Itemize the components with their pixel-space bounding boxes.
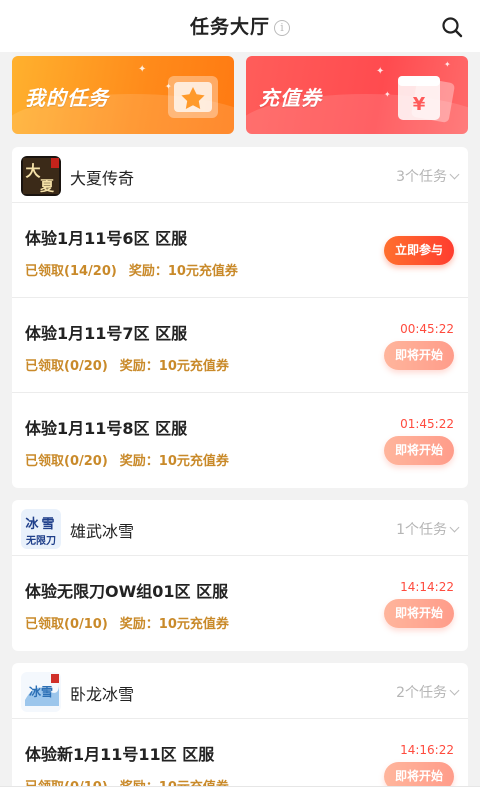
bottom-tab-bar <box>0 786 480 794</box>
task-count-toggle[interactable]: 2个任务 <box>396 682 460 702</box>
task-count-toggle[interactable]: 1个任务 <box>396 519 460 539</box>
reward-text: 奖励：10元充值券 <box>128 264 238 279</box>
task-title: 体验1月11号8区 区服 <box>25 419 188 438</box>
game-card: 大 夏 大夏传奇 3个任务 体验1月11号6区 区服 已领取(14/20) 奖励：… <box>12 147 468 488</box>
svg-text:¥: ¥ <box>413 94 426 115</box>
info-icon[interactable]: i <box>274 20 290 36</box>
sparkle-icon: ✦ <box>444 60 451 69</box>
game-card-header[interactable]: 冰 雪 无限刀 雄武冰雪 1个任务 <box>12 500 468 556</box>
vouchers-banner[interactable]: ✦ ✦ ✦ 充值券 ¥ <box>246 56 468 134</box>
task-count-toggle[interactable]: 3个任务 <box>396 166 460 186</box>
game-logo-daxia-icon: 大 夏 <box>21 156 61 196</box>
countdown-timer: 01:45:22 <box>400 417 454 431</box>
task-meta: 已领取(0/20) 奖励：10元充值券 <box>25 450 229 469</box>
svg-text:无限刀: 无限刀 <box>25 535 56 547</box>
game-card-header[interactable]: 冰雪 卧龙冰雪 2个任务 <box>12 663 468 719</box>
sparkle-icon: ✦ <box>138 64 147 75</box>
search-icon[interactable] <box>440 15 464 39</box>
coming-soon-button[interactable]: 即将开始 <box>384 599 454 628</box>
claimed-count: 已领取(0/10) <box>25 617 108 632</box>
game-name: 大夏传奇 <box>70 169 135 188</box>
reward-text: 奖励：10元充值券 <box>119 359 229 374</box>
app-header: 任务大厅 i <box>0 0 480 52</box>
title-wrap: 任务大厅 i <box>0 12 480 39</box>
sparkle-icon: ✦ <box>376 66 385 77</box>
my-tasks-label: 我的任务 <box>25 86 109 110</box>
chevron-down-icon <box>449 169 460 180</box>
task-title: 体验无限刀OW组01区 区服 <box>25 582 229 601</box>
svg-text:雪: 雪 <box>41 516 54 532</box>
countdown-timer: 14:16:22 <box>400 743 454 757</box>
ticket-star-icon <box>168 76 218 118</box>
my-tasks-banner[interactable]: ✦ ✦ 我的任务 <box>12 56 234 134</box>
task-row: 体验1月11号8区 区服 已领取(0/20) 奖励：10元充值券 01:45:22… <box>12 393 468 488</box>
task-row: 体验1月11号6区 区服 已领取(14/20) 奖励：10元充值券 立即参与 <box>12 203 468 298</box>
task-title: 体验新1月11号11区 区服 <box>25 745 215 764</box>
reward-text: 奖励：10元充值券 <box>119 454 229 469</box>
task-row: 体验新1月11号11区 区服 已领取(0/10)奖励：10元充值券 14:16:… <box>12 719 468 794</box>
claimed-count: 已领取(0/20) <box>25 359 108 374</box>
banner-row: ✦ ✦ 我的任务 ✦ ✦ ✦ 充值券 ¥ <box>12 56 468 134</box>
task-count-label: 3个任务 <box>396 169 447 185</box>
join-now-button[interactable]: 立即参与 <box>384 236 454 265</box>
game-name: 雄武冰雪 <box>70 522 135 541</box>
coming-soon-button[interactable]: 即将开始 <box>384 341 454 370</box>
vouchers-label: 充值券 <box>259 86 322 110</box>
reward-text: 奖励：10元充值券 <box>119 617 229 632</box>
voucher-ticket-icon: ¥ <box>398 76 455 123</box>
task-meta: 已领取(0/10) 奖励：10元充值券 <box>25 613 229 632</box>
countdown-timer: 14:14:22 <box>400 580 454 594</box>
task-count-label: 2个任务 <box>396 685 447 701</box>
game-card: 冰雪 卧龙冰雪 2个任务 体验新1月11号11区 区服 已领取(0/10)奖励：… <box>12 663 468 794</box>
task-title: 体验1月11号6区 区服 <box>25 229 188 248</box>
claimed-count: 已领取(14/20) <box>25 264 117 279</box>
task-row: 体验1月11号7区 区服 已领取(0/20) 奖励：10元充值券 00:45:22… <box>12 298 468 393</box>
task-count-label: 1个任务 <box>396 522 447 538</box>
game-logo-wolong-icon: 冰雪 <box>21 672 61 712</box>
svg-text:冰雪: 冰雪 <box>29 684 53 699</box>
chevron-down-icon <box>449 685 460 696</box>
game-card-header[interactable]: 大 夏 大夏传奇 3个任务 <box>12 147 468 203</box>
task-row: 体验无限刀OW组01区 区服 已领取(0/10) 奖励：10元充值券 14:14:… <box>12 556 468 651</box>
page-title: 任务大厅 <box>189 16 270 38</box>
task-meta: 已领取(14/20) 奖励：10元充值券 <box>25 260 238 279</box>
game-logo-xiongwu-icon: 冰 雪 无限刀 <box>21 509 61 549</box>
svg-text:大: 大 <box>25 162 40 180</box>
task-meta: 已领取(0/20) 奖励：10元充值券 <box>25 355 229 374</box>
sparkle-icon: ✦ <box>384 90 391 99</box>
countdown-timer: 00:45:22 <box>400 322 454 336</box>
chevron-down-icon <box>449 522 460 533</box>
task-title: 体验1月11号7区 区服 <box>25 324 188 343</box>
claimed-count: 已领取(0/20) <box>25 454 108 469</box>
svg-text:夏: 夏 <box>40 178 55 195</box>
game-name: 卧龙冰雪 <box>70 685 135 704</box>
svg-text:冰: 冰 <box>25 516 39 532</box>
coming-soon-button[interactable]: 即将开始 <box>384 436 454 465</box>
game-card: 冰 雪 无限刀 雄武冰雪 1个任务 体验无限刀OW组01区 区服 已领取(0/1… <box>12 500 468 651</box>
